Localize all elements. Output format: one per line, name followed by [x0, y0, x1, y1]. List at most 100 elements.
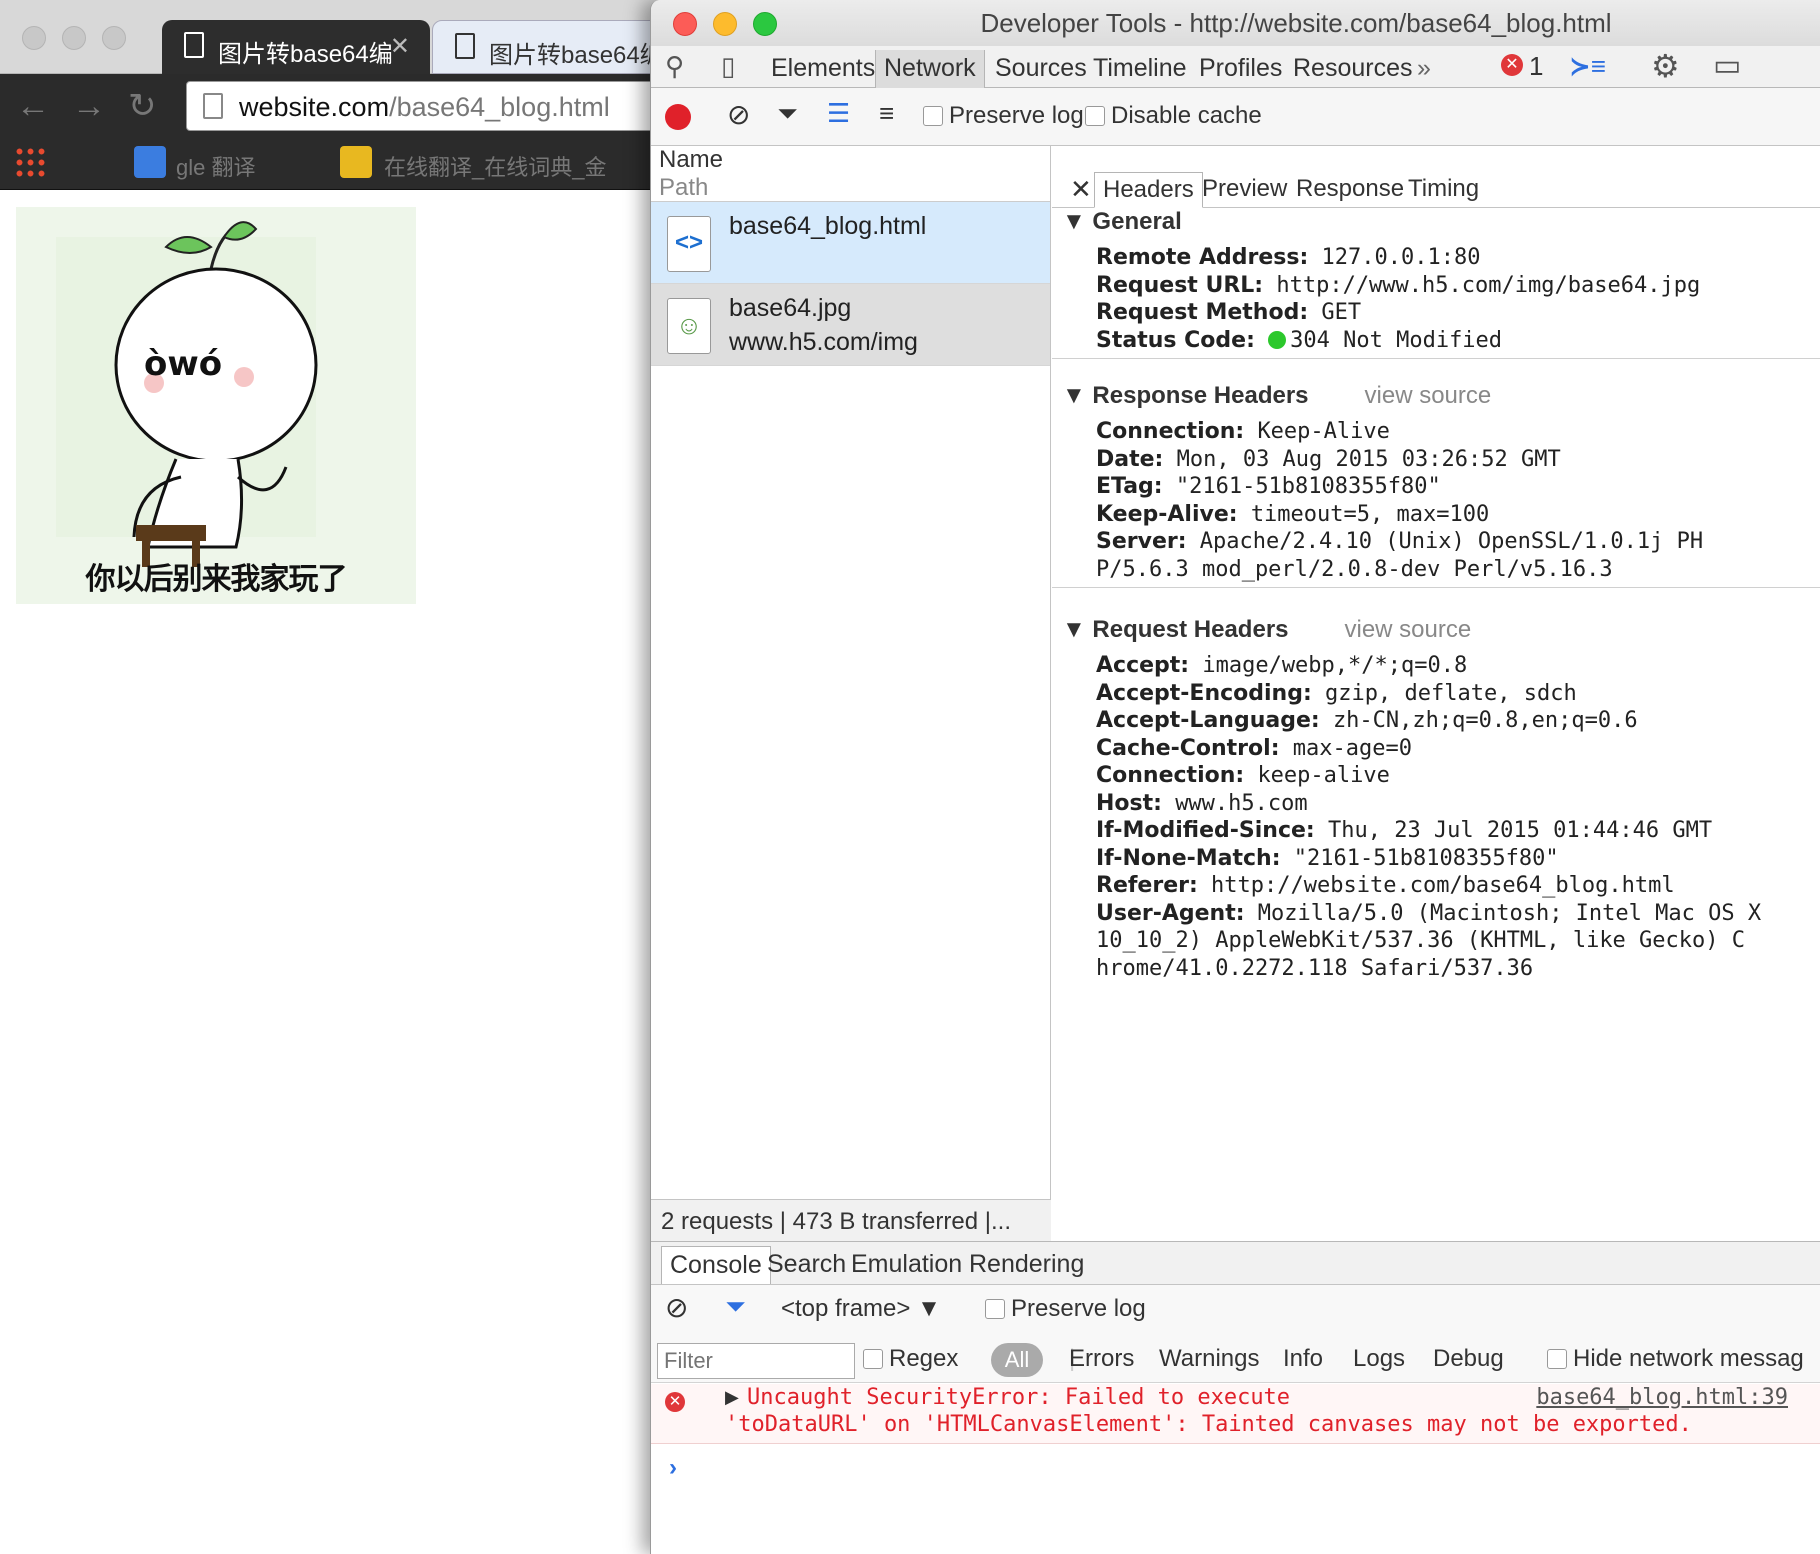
forward-arrow-icon[interactable]: → [72, 86, 106, 126]
column-path[interactable]: Path [659, 174, 1050, 202]
section-title: General [1092, 208, 1182, 235]
hide-network-label: Hide network messag [1573, 1345, 1804, 1372]
translate-icon[interactable] [134, 146, 166, 178]
request-header-rows: Accept: image/webp,*/*;q=0.8 Accept-Enco… [1052, 648, 1820, 982]
minimize-window-button[interactable] [713, 12, 737, 36]
close-window-button[interactable] [673, 12, 697, 36]
checkbox-icon[interactable] [1085, 106, 1105, 126]
tab-close-icon[interactable]: ✕ [390, 32, 410, 61]
header-key: Request URL: [1096, 272, 1264, 298]
console-filter-input[interactable] [657, 1343, 855, 1379]
checkbox-icon[interactable] [985, 1299, 1005, 1319]
frame-selector[interactable]: <top frame> ▼ [781, 1295, 941, 1323]
back-arrow-icon[interactable]: ← [16, 86, 50, 126]
console-preserve-log[interactable]: Preserve log [985, 1295, 1146, 1323]
level-all[interactable]: All [991, 1343, 1043, 1377]
level-info[interactable]: Info [1283, 1345, 1323, 1373]
view-source-link[interactable]: view source [1345, 616, 1472, 643]
tab-timeline[interactable]: Timeline [1085, 50, 1195, 88]
checkbox-icon[interactable] [1547, 1349, 1567, 1369]
window-zoom-button[interactable] [102, 26, 126, 50]
disable-cache-label: Disable cache [1111, 102, 1262, 129]
browser-tab-active[interactable]: 图片转base64编 ✕ [162, 20, 430, 74]
meme-caption: 你以后别来我家玩了 [85, 563, 348, 596]
checkbox-icon[interactable] [923, 106, 943, 126]
section-toggle[interactable]: ▼ General [1052, 204, 1820, 240]
tab-preview[interactable]: Preview [1194, 172, 1295, 206]
request-row[interactable]: ☺ base64.jpg www.h5.com/img [651, 284, 1050, 366]
device-mode-icon[interactable]: ▯ [721, 46, 735, 86]
tab-timing[interactable]: Timing [1400, 172, 1487, 206]
tab-console[interactable]: Console [661, 1246, 771, 1284]
section-toggle[interactable]: ▼ Request Headers view source [1052, 612, 1820, 648]
window-minimize-button[interactable] [62, 26, 86, 50]
page-icon [455, 33, 475, 59]
header-value: P/5.6.3 mod_perl/2.0.8-dev Perl/v5.16.3 [1096, 556, 1613, 582]
more-panels-icon[interactable]: » [1409, 50, 1439, 88]
disable-cache-checkbox[interactable]: Disable cache [1085, 102, 1262, 130]
error-icon[interactable]: ✕ [1501, 54, 1523, 76]
devtools-title: Developer Tools - http://website.com/bas… [980, 8, 1612, 38]
overview-icon[interactable]: ≡ [879, 98, 894, 129]
page-icon [184, 32, 204, 58]
view-source-link[interactable]: view source [1365, 382, 1492, 409]
clear-console-icon[interactable]: ⊘ [665, 1291, 688, 1324]
console-prompt[interactable]: › [669, 1454, 677, 1482]
header-key: Server: [1096, 529, 1187, 554]
filter-icon[interactable]: ⏷ [725, 1291, 746, 1323]
level-logs[interactable]: Logs [1353, 1345, 1405, 1373]
bookmark-dictionary[interactable]: 在线翻译_在线词典_金 [384, 150, 606, 182]
tab-elements[interactable]: Elements [763, 50, 883, 88]
apps-grid-icon[interactable] [14, 146, 46, 178]
filter-icon[interactable]: ⏷ [777, 98, 798, 130]
regex-checkbox[interactable]: Regex [863, 1345, 958, 1373]
header-key: If-Modified-Since: [1096, 818, 1315, 843]
status-green-dot-icon [1268, 330, 1287, 349]
search-icon[interactable]: ⚲ [665, 46, 684, 86]
error-source-link[interactable]: base64_blog.html:39 [1536, 1384, 1788, 1411]
level-warnings[interactable]: Warnings [1159, 1345, 1259, 1373]
console-error-message[interactable]: ✕ ▶ Uncaught SecurityError: Failed to ex… [651, 1384, 1820, 1444]
dock-side-icon[interactable]: ▭ [1713, 46, 1741, 86]
expand-triangle-icon[interactable]: ▶ [725, 1384, 739, 1411]
bookmark-google-translate[interactable]: gle 翻译 [176, 150, 255, 182]
header-row: P/5.6.3 mod_perl/2.0.8-dev Perl/v5.16.3 [1052, 556, 1820, 584]
request-row[interactable]: <> base64_blog.html [651, 202, 1050, 284]
section-toggle[interactable]: ▼ Response Headers view source [1052, 378, 1820, 414]
reload-icon[interactable]: ↻ [128, 86, 157, 126]
tab-profiles[interactable]: Profiles [1191, 50, 1290, 88]
console-drawer-icon[interactable]: ≻≡ [1569, 46, 1606, 86]
tab-search[interactable]: Search [759, 1246, 854, 1284]
clear-icon[interactable]: ⊘ [727, 98, 750, 131]
tab-response[interactable]: Response [1288, 172, 1412, 206]
window-close-button[interactable] [22, 26, 46, 50]
record-icon[interactable] [665, 104, 691, 130]
tab-resources[interactable]: Resources [1285, 50, 1421, 88]
gear-icon[interactable]: ⚙ [1651, 46, 1680, 86]
tab-emulation[interactable]: Emulation [843, 1246, 970, 1284]
browser-tab[interactable]: 图片转base64编 [432, 20, 672, 74]
request-name: base64_blog.html [729, 212, 927, 240]
tab-sources[interactable]: Sources [987, 50, 1095, 88]
tab-network[interactable]: Network [875, 50, 985, 88]
column-name[interactable]: Name [659, 146, 1050, 174]
header-value: http://website.com/base64_blog.html [1211, 873, 1675, 898]
hide-network-checkbox[interactable]: Hide network messag [1547, 1345, 1804, 1373]
level-debug[interactable]: Debug [1433, 1345, 1504, 1373]
frame-selector-value: <top frame> [781, 1295, 911, 1322]
dictionary-icon[interactable] [340, 146, 372, 178]
header-value: max-age=0 [1292, 735, 1412, 761]
browser-window: 图片转base64编 ✕ 图片转base64编 ← → ↻ website.co… [0, 0, 672, 1554]
url-path: /base64_blog.html [389, 92, 610, 122]
tab-headers[interactable]: Headers [1094, 172, 1203, 208]
address-bar[interactable]: website.com/base64_blog.html [186, 81, 660, 131]
header-value: "2161-51b8108355f80" [1175, 474, 1441, 499]
zoom-window-button[interactable] [753, 12, 777, 36]
preserve-log-checkbox[interactable]: Preserve log [923, 102, 1084, 130]
checkbox-icon[interactable] [863, 1349, 883, 1369]
error-count[interactable]: 1 [1529, 46, 1543, 86]
tab-rendering[interactable]: Rendering [961, 1246, 1092, 1284]
large-rows-icon[interactable]: ☰ [827, 98, 850, 129]
header-value: 304 Not Modified [1290, 327, 1503, 353]
level-errors[interactable]: Errors [1069, 1345, 1134, 1373]
